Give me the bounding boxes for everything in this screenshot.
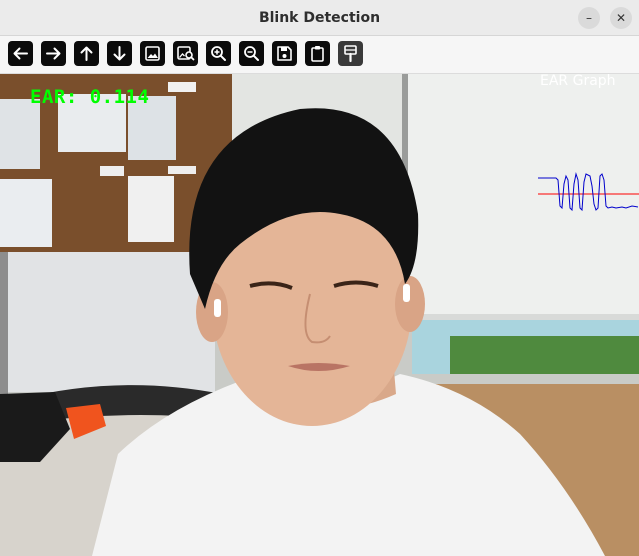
ear-value-label: EAR: 0.114	[30, 86, 150, 108]
camera-frame	[0, 74, 639, 556]
ear-graph-title: EAR Graph	[540, 74, 616, 89]
clipboard-icon	[311, 46, 324, 62]
ear-graph	[538, 172, 639, 212]
forward-button[interactable]	[41, 41, 66, 66]
title-bar: Blink Detection – ✕	[0, 0, 639, 36]
save-button[interactable]	[272, 41, 297, 66]
arrow-right-icon	[46, 47, 61, 60]
zoom-out-button[interactable]	[239, 41, 264, 66]
ear-signal-line	[538, 172, 639, 212]
image-icon	[145, 46, 160, 61]
camera-view: EAR: 0.114 EAR Graph	[0, 74, 639, 556]
arrow-left-icon	[13, 47, 28, 60]
image-search-button[interactable]	[173, 41, 198, 66]
zoom-in-icon	[211, 46, 226, 61]
zoom-out-icon	[244, 46, 259, 61]
image-search-icon	[177, 46, 195, 61]
image-button[interactable]	[140, 41, 165, 66]
arrow-up-icon	[80, 46, 93, 61]
zoom-in-button[interactable]	[206, 41, 231, 66]
down-button[interactable]	[107, 41, 132, 66]
app-window: Blink Detection – ✕ EAR: 0.114 EAR Graph	[0, 0, 639, 556]
properties-button[interactable]	[338, 41, 363, 66]
toolbar	[0, 36, 639, 74]
arrow-down-icon	[113, 46, 126, 61]
clipboard-button[interactable]	[305, 41, 330, 66]
window-title: Blink Detection	[258, 10, 381, 26]
minimize-button[interactable]: –	[578, 7, 600, 29]
properties-icon	[344, 45, 357, 63]
up-button[interactable]	[74, 41, 99, 66]
close-button[interactable]: ✕	[610, 7, 632, 29]
save-icon	[277, 46, 292, 61]
back-button[interactable]	[8, 41, 33, 66]
